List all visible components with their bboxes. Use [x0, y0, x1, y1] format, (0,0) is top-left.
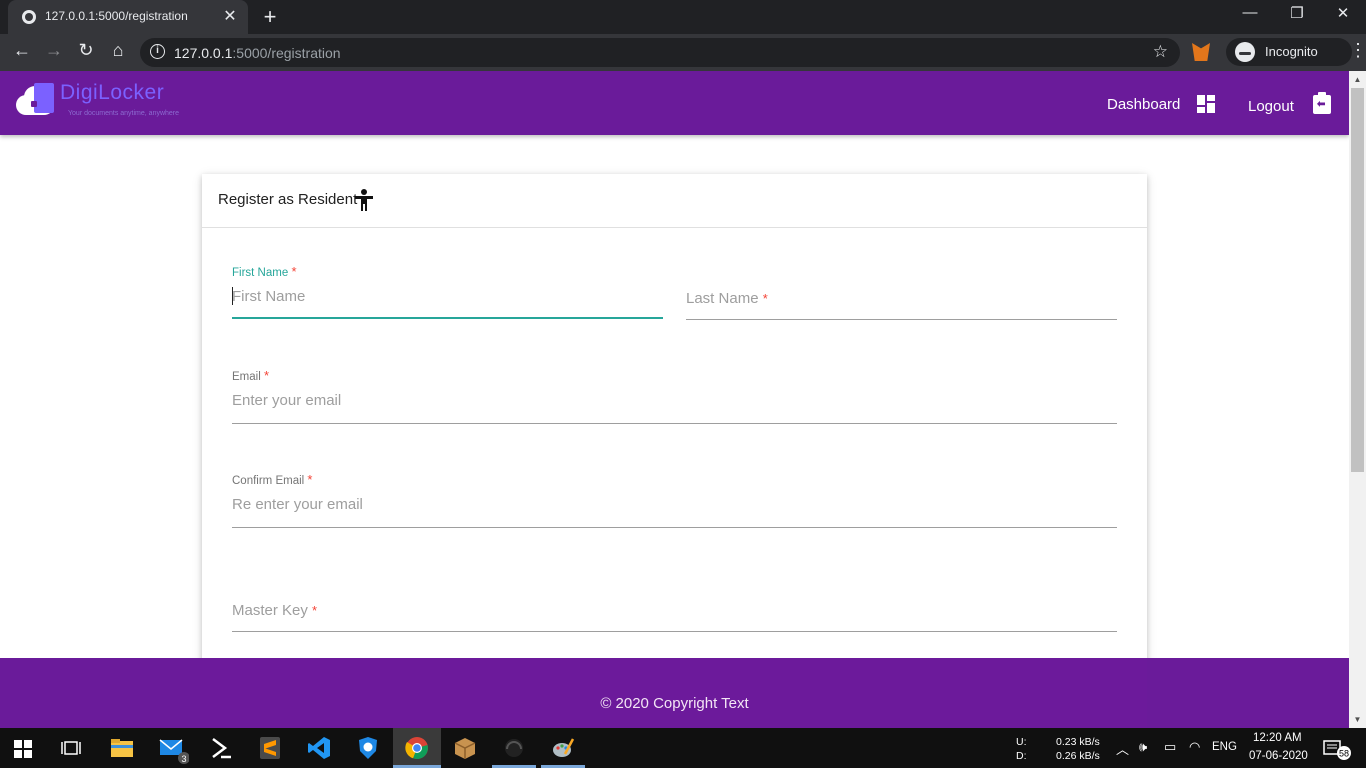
- package-box-icon[interactable]: [453, 736, 477, 760]
- tab-close-button[interactable]: ✕: [220, 6, 240, 26]
- scroll-up-arrow-icon[interactable]: ▲: [1349, 71, 1366, 88]
- email-input[interactable]: [232, 390, 1117, 410]
- net-download-speed: 0.26 kB/s: [1056, 750, 1100, 762]
- confirm-email-input[interactable]: [232, 494, 1117, 514]
- restore-button[interactable]: ❐: [1282, 4, 1312, 22]
- first-name-input[interactable]: [232, 286, 663, 306]
- paint-app-icon[interactable]: [551, 736, 575, 760]
- page-footer: © 2020 Copyright Text: [0, 658, 1349, 728]
- master-key-underline: [232, 631, 1117, 632]
- sublime-text-icon[interactable]: [258, 736, 282, 760]
- footer-copyright: © 2020 Copyright Text: [600, 695, 749, 712]
- bookmark-star-icon[interactable]: ☆: [1153, 42, 1168, 62]
- last-name-input[interactable]: [686, 288, 1117, 308]
- app-navbar: DigiLocker Your documents anytime, anywh…: [0, 71, 1349, 135]
- brave-browser-icon[interactable]: [356, 736, 380, 760]
- net-download-label: D:: [1016, 750, 1027, 762]
- browser-toolbar: ← → ↻ ⌂ i 127.0.0.1:5000/registration ☆: [0, 34, 1366, 71]
- wifi-icon[interactable]: ◠: [1189, 739, 1200, 755]
- footer-container: [200, 658, 1147, 728]
- vscode-icon[interactable]: [307, 736, 331, 760]
- email-label: Email *: [232, 368, 270, 383]
- master-key-field[interactable]: Master Key *: [232, 574, 1117, 632]
- page-scrollbar[interactable]: ▲ ▼: [1349, 71, 1366, 728]
- windows-taskbar: 3 U: D: 0.23 kB/s 0.26 kB/s ︿ 🕪 ▭ ◠ ENG …: [0, 728, 1366, 768]
- browser-menu-icon[interactable]: ⋮: [1349, 40, 1366, 61]
- task-view-icon[interactable]: [61, 738, 81, 758]
- home-button[interactable]: ⌂: [106, 40, 130, 61]
- clock-date[interactable]: 07-06-2020: [1249, 750, 1308, 762]
- terminal-icon[interactable]: [209, 736, 233, 760]
- nav-logout-link[interactable]: Logout: [1248, 98, 1294, 115]
- incognito-profile-button[interactable]: Incognito: [1226, 38, 1352, 66]
- show-hidden-icons-chevron-icon[interactable]: ︿: [1116, 739, 1129, 758]
- back-button[interactable]: ←: [10, 40, 34, 61]
- net-upload-label: U:: [1016, 736, 1027, 748]
- profile-label: Incognito: [1265, 44, 1318, 59]
- browser-tab[interactable]: 127.0.0.1:5000/registration ✕: [8, 0, 248, 34]
- dashboard-icon[interactable]: [1197, 95, 1215, 113]
- language-indicator[interactable]: ENG: [1212, 741, 1237, 753]
- incognito-icon: [1235, 42, 1255, 62]
- file-explorer-icon[interactable]: [110, 736, 134, 760]
- headset-app-icon[interactable]: [502, 736, 526, 760]
- card-header: Register as Resident: [202, 174, 1147, 228]
- battery-icon[interactable]: ▭: [1164, 739, 1176, 755]
- browser-tab-strip: 127.0.0.1:5000/registration ✕ + — ❐ ✕: [0, 0, 1366, 34]
- window-close-button[interactable]: ✕: [1328, 4, 1358, 22]
- first-name-label: First Name *: [232, 264, 297, 279]
- globe-icon: [22, 10, 36, 24]
- last-name-field[interactable]: Last Name *: [686, 262, 1117, 320]
- mail-icon[interactable]: 3: [159, 736, 190, 764]
- brand-tagline: Your documents anytime, anywhere: [68, 110, 180, 117]
- tab-title: 127.0.0.1:5000/registration: [45, 9, 188, 23]
- volume-icon[interactable]: 🕪: [1139, 739, 1147, 755]
- confirm-email-underline: [232, 527, 1117, 528]
- mail-badge-count: 3: [181, 754, 186, 764]
- card-title: Register as Resident: [218, 191, 358, 208]
- address-bar[interactable]: i 127.0.0.1:5000/registration ☆: [140, 38, 1180, 67]
- windows-start-icon[interactable]: [14, 740, 32, 758]
- net-upload-speed: 0.23 kB/s: [1056, 736, 1100, 748]
- new-tab-button[interactable]: +: [258, 4, 282, 30]
- url-path: :5000/registration: [232, 45, 341, 61]
- logout-icon[interactable]: ⬅: [1313, 92, 1331, 114]
- reload-button[interactable]: ↻: [74, 40, 98, 61]
- master-key-input[interactable]: [232, 600, 1117, 620]
- cloud-lock-icon[interactable]: [16, 83, 54, 117]
- scrollbar-thumb[interactable]: [1351, 88, 1364, 472]
- url-text[interactable]: 127.0.0.1:5000/registration: [174, 45, 341, 61]
- last-name-underline: [686, 319, 1117, 320]
- clock-time[interactable]: 12:20 AM: [1253, 732, 1302, 744]
- registration-card: Register as Resident First Name * Last N…: [202, 174, 1147, 694]
- confirm-email-label: Confirm Email *: [232, 472, 313, 487]
- brand-name[interactable]: DigiLocker: [60, 81, 164, 105]
- email-underline: [232, 423, 1117, 424]
- accessibility-person-icon: [355, 189, 373, 211]
- url-host: 127.0.0.1: [174, 45, 233, 61]
- email-field: Email *: [232, 366, 1117, 424]
- nav-dashboard-link[interactable]: Dashboard: [1107, 96, 1180, 113]
- first-name-field: First Name *: [232, 262, 663, 320]
- forward-button[interactable]: →: [42, 40, 66, 61]
- minimize-button[interactable]: —: [1235, 4, 1265, 21]
- text-caret: [232, 287, 233, 305]
- scroll-down-arrow-icon[interactable]: ▼: [1349, 711, 1366, 728]
- confirm-email-field: Confirm Email *: [232, 470, 1117, 528]
- notification-center-icon[interactable]: 58: [1323, 739, 1353, 761]
- page-viewport: DigiLocker Your documents anytime, anywh…: [0, 71, 1349, 728]
- first-name-underline: [232, 317, 663, 319]
- info-icon[interactable]: i: [150, 44, 165, 59]
- notification-count: 58: [1339, 749, 1349, 759]
- chrome-icon[interactable]: [405, 736, 429, 760]
